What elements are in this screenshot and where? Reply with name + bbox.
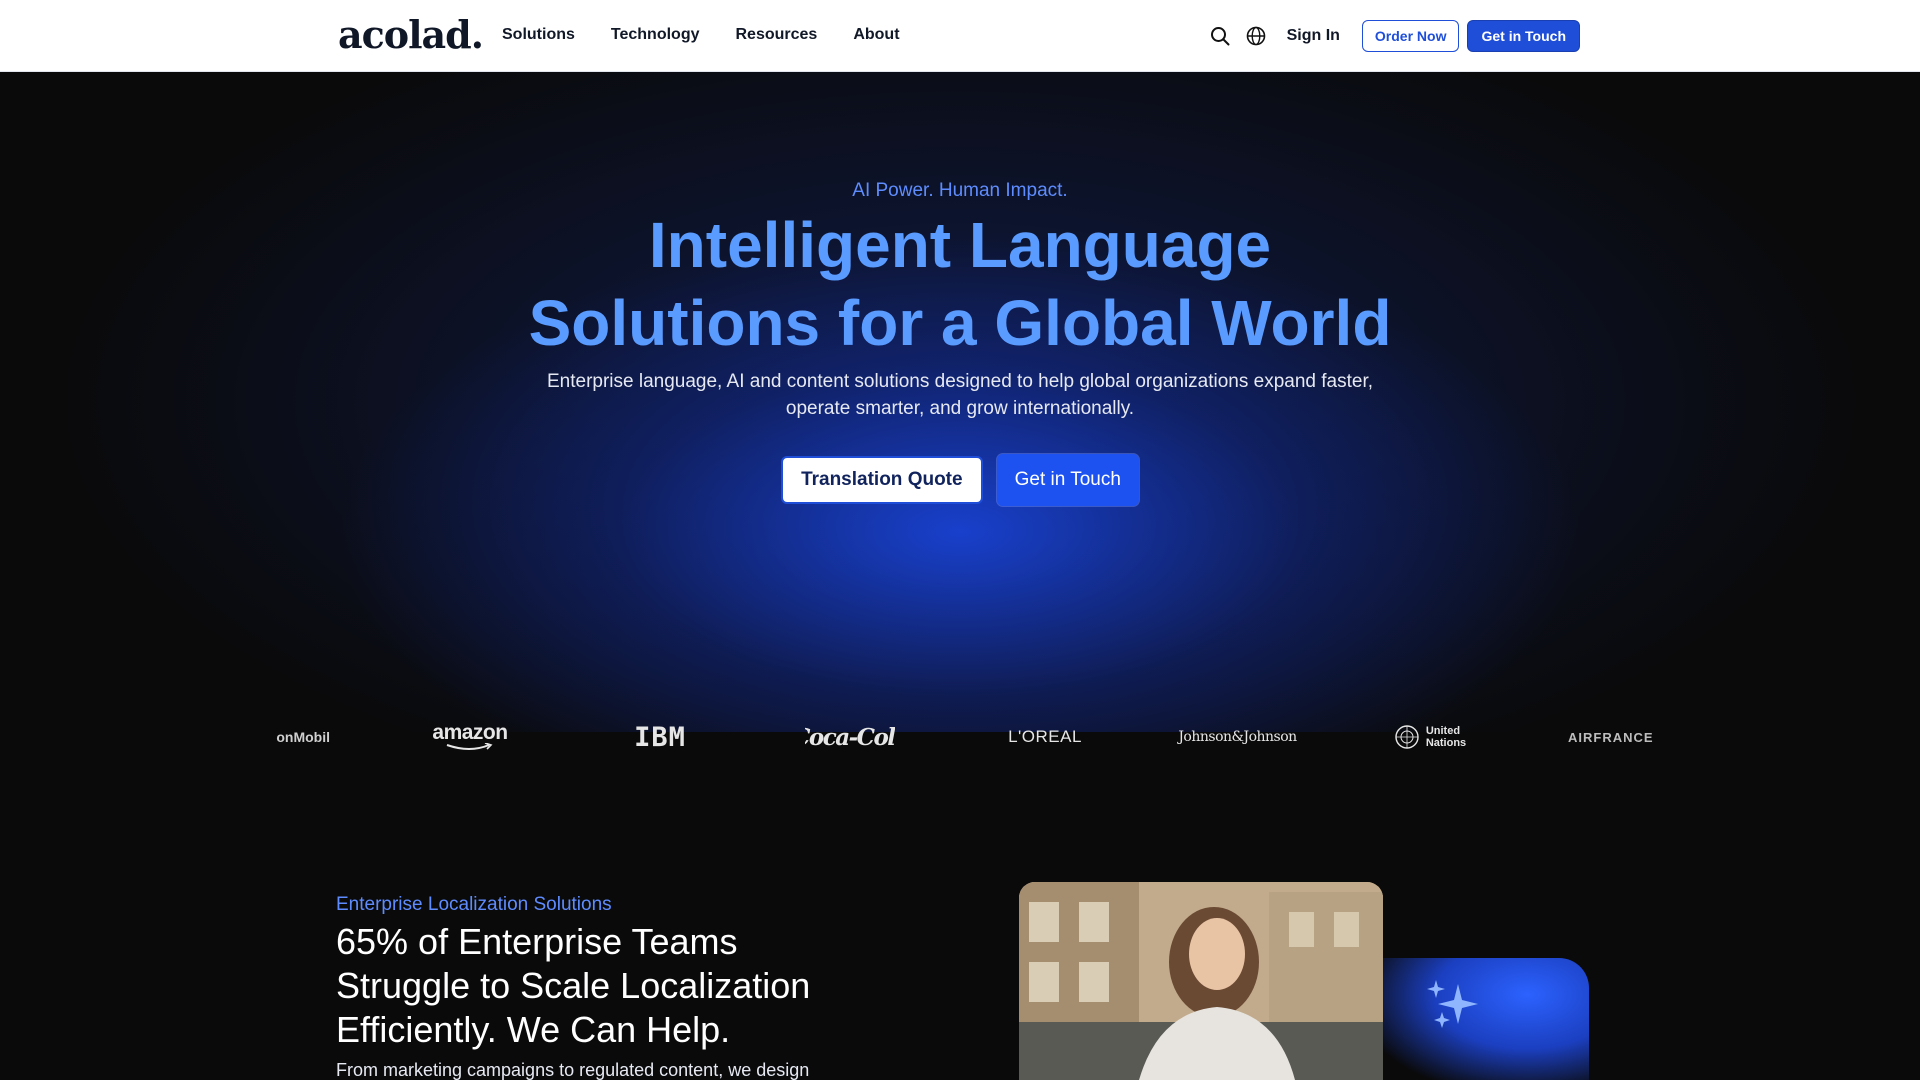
sign-in-link[interactable]: Sign In <box>1287 27 1340 45</box>
amazon-logo: amazon <box>425 717 515 757</box>
hero-eyebrow: AI Power. Human Impact. <box>852 180 1068 201</box>
section-text: From marketing campaigns to regulated co… <box>336 1060 810 1080</box>
client-logos-strip: onMobil amazon IBM Coca-Cola L'OREAL Joh… <box>0 717 1920 757</box>
hero-get-in-touch-button[interactable]: Get in Touch <box>996 454 1139 506</box>
search-icon[interactable] <box>1209 25 1231 47</box>
translation-quote-button[interactable]: Translation Quote <box>781 456 983 504</box>
globe-icon[interactable] <box>1245 25 1267 47</box>
nav-resources[interactable]: Resources <box>735 26 817 44</box>
air-france-logo: AIRFRANCE <box>1568 729 1654 745</box>
hero-actions: Translation Quote Get in Touch <box>0 454 1920 506</box>
decorative-blue-card <box>1383 958 1589 1080</box>
section-title-line2: Struggle to Scale Localization <box>336 965 811 1006</box>
united-nations-logo: United Nations <box>1390 717 1470 757</box>
hero-subtitle: Enterprise language, AI and content solu… <box>546 371 1374 419</box>
sparkle-icon <box>1424 980 1484 1037</box>
un-emblem-icon <box>1395 725 1419 749</box>
section-eyebrow: Enterprise Localization Solutions <box>336 894 612 915</box>
header-get-in-touch-button[interactable]: Get in Touch <box>1467 20 1580 52</box>
main-nav: Solutions Technology Resources About <box>502 26 900 44</box>
nav-about[interactable]: About <box>853 26 899 44</box>
order-now-button[interactable]: Order Now <box>1361 20 1460 52</box>
nav-solutions[interactable]: Solutions <box>502 26 575 44</box>
site-header: acolad. Solutions Technology Resources A… <box>0 0 1920 72</box>
exxonmobil-logo: onMobil <box>276 729 330 745</box>
header-actions: Sign In Order Now Get in Touch <box>1209 20 1580 52</box>
section-title-line3: Efficiently. We Can Help. <box>336 1009 731 1050</box>
acolad-logo[interactable]: acolad. <box>338 12 484 57</box>
coca-cola-logo: Coca-Cola <box>805 723 895 751</box>
hero-headline: Intelligent Language Solutions for a Glo… <box>0 206 1920 362</box>
johnson-and-johnson-logo: Johnson&Johnson <box>1178 729 1297 745</box>
woman-city-photo <box>1019 882 1383 1080</box>
section-title: 65% of Enterprise Teams Struggle to Scal… <box>336 920 896 1052</box>
ibm-logo: IBM <box>634 721 686 753</box>
nav-technology[interactable]: Technology <box>611 26 700 44</box>
hero-headline-line1: Intelligent Language <box>648 209 1272 281</box>
loreal-logo: L'OREAL <box>1008 727 1082 746</box>
hero-headline-line2: Solutions for a Global World <box>528 287 1392 359</box>
hero-section: AI Power. Human Impact. Intelligent Lang… <box>0 72 1920 753</box>
section-title-line1: 65% of Enterprise Teams <box>336 921 738 962</box>
